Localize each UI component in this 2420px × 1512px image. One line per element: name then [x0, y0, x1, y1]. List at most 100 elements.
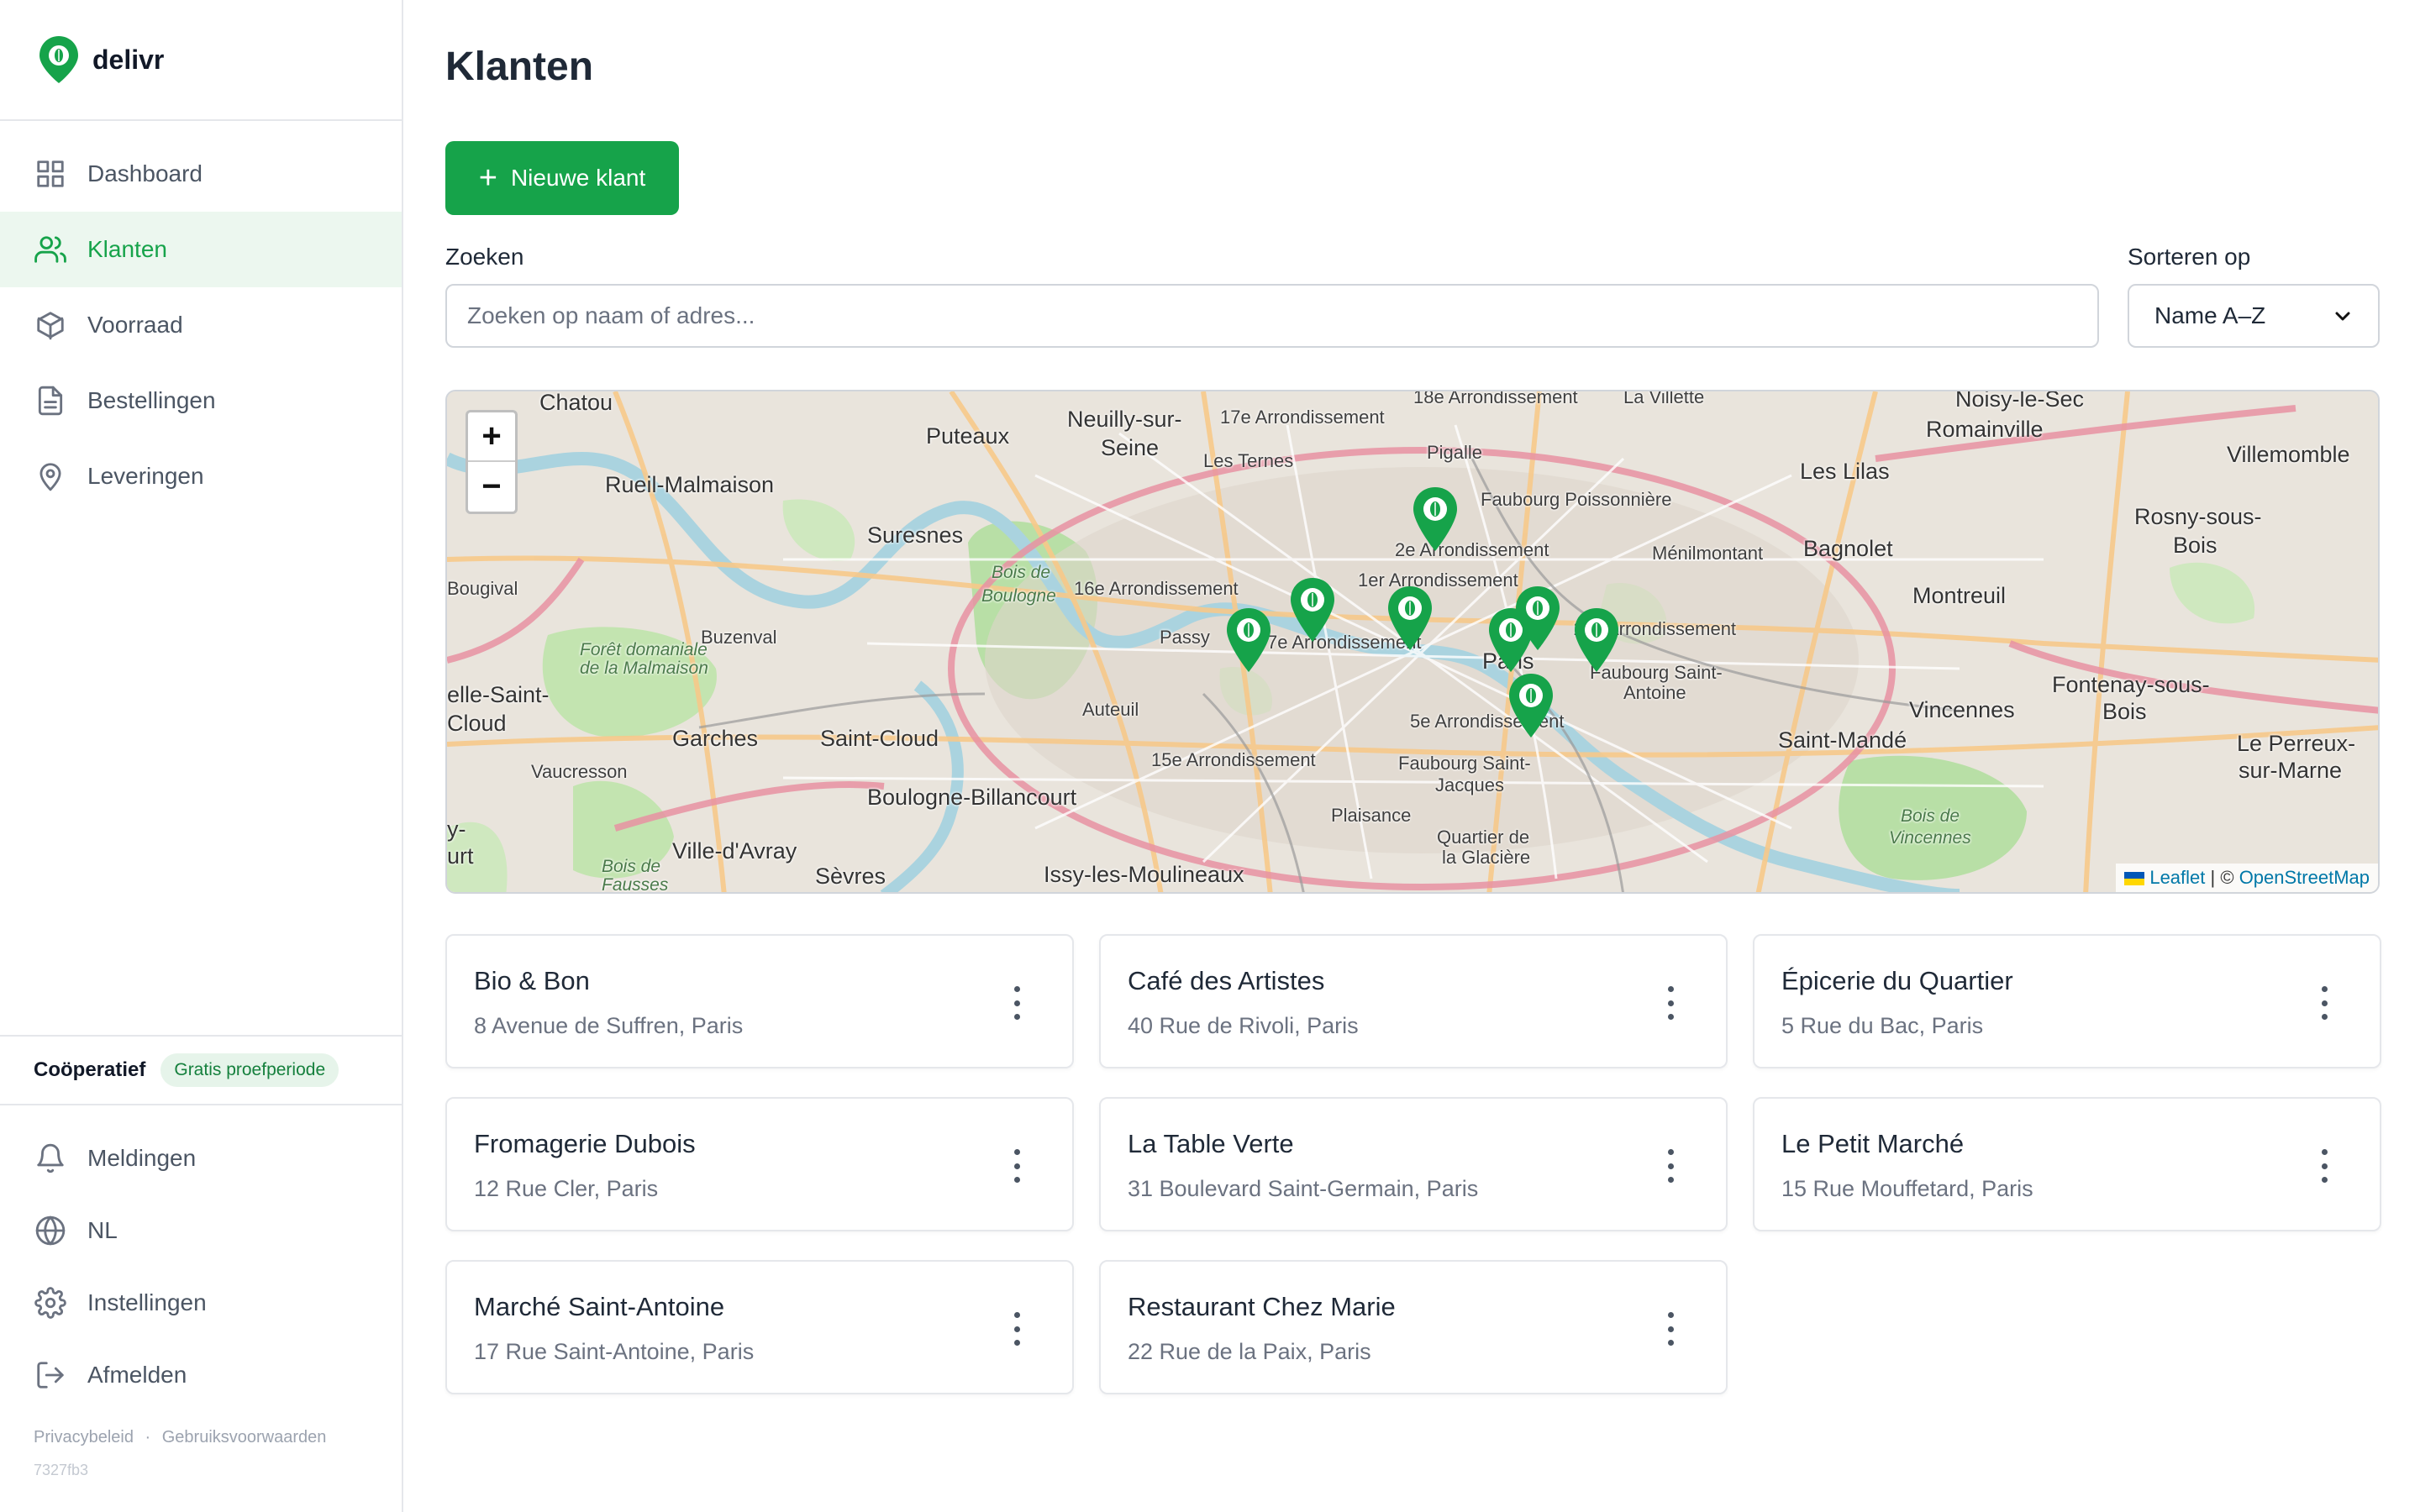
sort-select[interactable]: Name A–Z	[2128, 284, 2380, 348]
customer-address: 17 Rue Saint-Antoine, Paris	[474, 1339, 755, 1364]
zoom-out-button[interactable]: −	[468, 462, 515, 512]
customer-name: Bio & Bon	[474, 966, 590, 995]
customer-card[interactable]: Fromagerie Dubois 12 Rue Cler, Paris	[445, 1097, 1074, 1231]
sidebar-item-meldingen[interactable]: Meldingen	[0, 1122, 402, 1194]
map-label: Seine	[1101, 435, 1160, 460]
more-options-icon[interactable]	[1008, 1149, 1025, 1183]
customer-card[interactable]: Bio & Bon 8 Avenue de Suffren, Paris	[445, 934, 1074, 1068]
users-icon	[34, 233, 67, 266]
customer-card[interactable]: Le Petit Marché 15 Rue Mouffetard, Paris	[1753, 1097, 2381, 1231]
customer-address: 5 Rue du Bac, Paris	[1781, 1013, 1984, 1038]
logout-icon	[34, 1358, 67, 1392]
map-label: Les Lilas	[1800, 459, 1890, 484]
sidebar-item-label: Voorraad	[87, 312, 183, 338]
map-label: Bois	[2173, 533, 2217, 558]
map-label: Quartier de	[1437, 827, 1530, 848]
terms-link[interactable]: Gebruiksvoorwaarden	[162, 1428, 327, 1446]
map-label: Fontenay-sous-	[2052, 672, 2210, 697]
globe-icon	[34, 1214, 67, 1247]
brand[interactable]: delivr	[0, 0, 402, 121]
chevron-down-icon	[2335, 312, 2350, 321]
more-options-icon[interactable]	[1008, 1312, 1025, 1346]
attribution-separator: | ©	[2210, 867, 2234, 888]
map-label: Auteuil	[1082, 699, 1139, 720]
map-label: Vincennes	[1909, 697, 2015, 722]
version-label: 7327fb3	[34, 1462, 89, 1478]
map-label: Noisy-le-Sec	[1955, 390, 2085, 412]
map-label: Jacques	[1435, 774, 1504, 795]
customer-marker[interactable]	[1512, 585, 1563, 652]
sidebar-item-language[interactable]: NL	[0, 1194, 402, 1267]
plus-icon: +	[478, 160, 497, 196]
customer-name: Fromagerie Dubois	[474, 1129, 696, 1158]
customer-marker[interactable]	[1506, 672, 1556, 739]
box-icon	[34, 308, 67, 342]
customer-address: 12 Rue Cler, Paris	[474, 1176, 659, 1201]
new-customer-button[interactable]: + Nieuwe klant	[445, 141, 679, 215]
search-label: Zoeken	[445, 244, 524, 270]
sidebar-item-label: Instellingen	[87, 1289, 207, 1315]
zoom-in-button[interactable]: +	[468, 412, 515, 462]
customer-marker[interactable]	[1385, 585, 1435, 652]
map-label: Ville-d'Avray	[672, 838, 797, 864]
map-label: Boulogne-Billancourt	[867, 785, 1077, 810]
gear-icon	[34, 1286, 67, 1320]
sidebar-item-dashboard[interactable]: Dashboard	[0, 136, 402, 212]
leaflet-link[interactable]: Leaflet	[2149, 867, 2205, 888]
sidebar-item-voorraad[interactable]: Voorraad	[0, 287, 402, 363]
sort-selected-value: Name A–Z	[2154, 302, 2266, 328]
map-label: Faubourg Saint-	[1398, 753, 1531, 774]
customer-card[interactable]: Restaurant Chez Marie 22 Rue de la Paix,…	[1099, 1260, 1728, 1394]
customer-map[interactable]: Chatou Puteaux Neuilly-sur- Seine 17e Ar…	[445, 390, 2380, 894]
map-label: Ménilmontant	[1652, 543, 1764, 564]
customer-marker[interactable]	[1571, 606, 1622, 674]
sidebar-item-leveringen[interactable]: Leveringen	[0, 438, 402, 514]
customer-card[interactable]: La Table Verte 31 Boulevard Saint-Germai…	[1099, 1097, 1728, 1231]
more-options-icon[interactable]	[1662, 1312, 1679, 1346]
page-title: Klanten	[445, 45, 594, 89]
logo-pin-icon	[39, 36, 78, 83]
sidebar-item-label: Meldingen	[87, 1145, 197, 1171]
map-label: Puteaux	[926, 423, 1010, 449]
map-label: Rosny-sous-	[2134, 504, 2262, 529]
customer-marker[interactable]	[1223, 606, 1274, 674]
sidebar-item-klanten[interactable]: Klanten	[0, 212, 402, 287]
more-options-icon[interactable]	[1662, 1149, 1679, 1183]
map-label: Bois de	[1901, 806, 1960, 826]
sidebar-item-afmelden[interactable]: Afmelden	[0, 1339, 402, 1411]
main-nav: Dashboard Klanten Voorraad Bestellingen …	[0, 121, 402, 514]
customer-marker[interactable]	[1410, 486, 1460, 553]
customer-name: Épicerie du Quartier	[1781, 966, 2013, 995]
customer-name: Café des Artistes	[1128, 966, 1325, 995]
bottom-nav: Meldingen NL Instellingen Afmelden	[0, 1122, 402, 1411]
customer-marker[interactable]	[1287, 576, 1338, 643]
map-label: 1er Arrondissement	[1358, 570, 1518, 591]
more-options-icon[interactable]	[1662, 986, 1679, 1020]
more-options-icon[interactable]	[1008, 986, 1025, 1020]
customer-name: Le Petit Marché	[1781, 1129, 1965, 1158]
map-label: Rueil-Malmaison	[605, 472, 775, 497]
privacy-link[interactable]: Privacybeleid	[34, 1428, 134, 1446]
map-label: Neuilly-sur-	[1067, 407, 1182, 432]
sidebar-item-label: NL	[87, 1217, 118, 1243]
map-label: la Glacière	[1442, 847, 1531, 868]
map-label: 16e Arrondissement	[1074, 578, 1239, 599]
search-input[interactable]	[445, 284, 2099, 348]
plan-info: Coöperatief Gratis proefperiode	[0, 1035, 402, 1105]
customer-card[interactable]: Épicerie du Quartier 5 Rue du Bac, Paris	[1753, 934, 2381, 1068]
sidebar-item-bestellingen[interactable]: Bestellingen	[0, 363, 402, 438]
customer-card[interactable]: Marché Saint-Antoine 17 Rue Saint-Antoin…	[445, 1260, 1074, 1394]
document-icon	[34, 384, 67, 417]
map-label: Les Ternes	[1203, 450, 1294, 471]
customer-card[interactable]: Café des Artistes 40 Rue de Rivoli, Pari…	[1099, 934, 1728, 1068]
customer-address: 22 Rue de la Paix, Paris	[1128, 1339, 1371, 1364]
more-options-icon[interactable]	[2316, 986, 2333, 1020]
sidebar-item-instellingen[interactable]: Instellingen	[0, 1267, 402, 1339]
map-label: Faubourg Poissonnière	[1481, 489, 1672, 510]
more-options-icon[interactable]	[2316, 1149, 2333, 1183]
osm-link[interactable]: OpenStreetMap	[2239, 867, 2370, 888]
sidebar: delivr Dashboard Klanten Voorraad Bestel…	[0, 0, 403, 1512]
map-label: Passy	[1160, 627, 1210, 648]
sort-label: Sorteren op	[2128, 244, 2251, 270]
map-label: 17e Arrondissement	[1220, 407, 1385, 428]
